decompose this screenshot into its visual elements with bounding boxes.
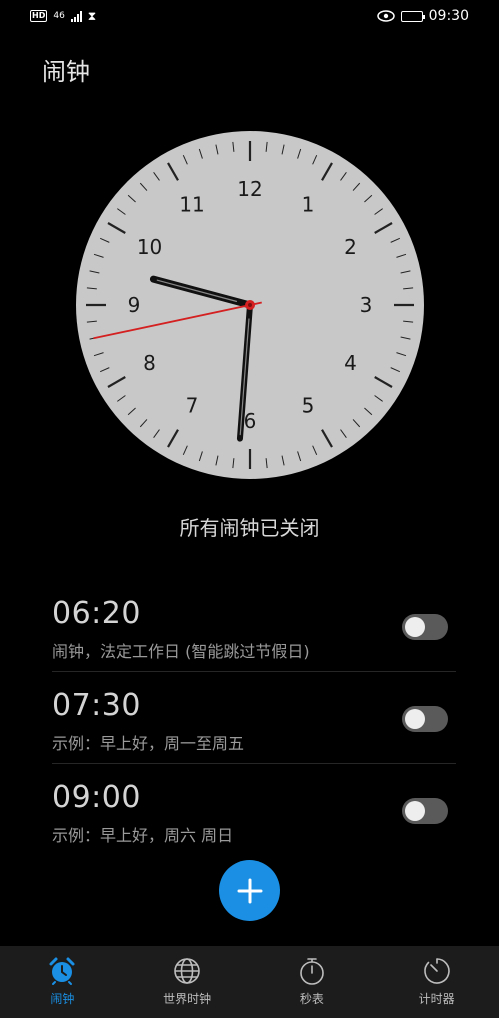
alarm-list: 06:20 闹钟，法定工作日 (智能跳过节假日) 07:30 示例：早上好，周一… <box>52 580 456 856</box>
bottom-nav: 闹钟 世界时钟 秒表 计时器 <box>0 946 499 1018</box>
clock-numeral: 4 <box>344 351 357 375</box>
clock-numeral: 9 <box>128 293 141 317</box>
alarm-toggle[interactable] <box>402 706 448 732</box>
plus-icon <box>237 878 262 903</box>
alarm-description: 示例：早上好，周一至周五 <box>52 734 245 753</box>
clock-numeral: 2 <box>344 235 357 259</box>
status-right: 09:30 <box>376 8 469 24</box>
network-type: 46 <box>53 10 65 21</box>
alarm-item[interactable]: 09:00 示例：早上好，周六 周日 <box>52 764 456 856</box>
page-title: 闹钟 <box>42 58 90 86</box>
alarm-time: 09:00 <box>52 780 141 815</box>
alarm-time: 06:20 <box>52 596 141 631</box>
clock-numeral: 12 <box>237 177 262 201</box>
alarm-item[interactable]: 06:20 闹钟，法定工作日 (智能跳过节假日) <box>52 580 456 672</box>
clock-face: 121234567891011 <box>76 131 424 479</box>
stopwatch-icon <box>300 958 324 985</box>
status-time: 09:30 <box>428 8 469 24</box>
alarm-toggle[interactable] <box>402 798 448 824</box>
nav-item-alarm[interactable]: 闹钟 <box>0 946 125 1018</box>
clock-numeral: 11 <box>179 193 204 217</box>
status-left: HD 46 ⧗ <box>30 9 96 24</box>
nav-item-world-clock[interactable]: 世界时钟 <box>125 946 250 1018</box>
clock-center-dot <box>248 303 252 307</box>
timer-icon <box>423 958 450 984</box>
nav-item-stopwatch[interactable]: 秒表 <box>250 946 375 1018</box>
nav-label: 世界时钟 <box>163 992 212 1006</box>
signal-icon <box>70 10 82 22</box>
alarm-description: 闹钟，法定工作日 (智能跳过节假日) <box>52 642 310 661</box>
alarm-toggle[interactable] <box>402 614 448 640</box>
hd-badge: HD <box>30 10 48 22</box>
alarm-screen: HD 46 ⧗ 09:30 闹钟 12 1 2 3 4 5 6 7 8 9 10 11 <box>0 0 499 1018</box>
toggle-knob <box>405 617 425 637</box>
clock-numeral: 10 <box>137 235 162 259</box>
alarm-item[interactable]: 07:30 示例：早上好，周一至周五 <box>52 672 456 764</box>
all-alarms-off-text: 所有闹钟已关闭 <box>179 516 320 540</box>
toggle-knob <box>405 801 425 821</box>
alarm-time: 07:30 <box>52 688 141 723</box>
status-bar: HD 46 ⧗ 09:30 <box>0 0 499 32</box>
clock-numeral: 6 <box>244 409 257 433</box>
hourglass-icon: ⧗ <box>87 8 97 23</box>
battery-icon <box>400 10 425 22</box>
nav-label: 秒表 <box>299 992 324 1006</box>
eye-comfort-icon <box>376 10 395 22</box>
nav-item-timer[interactable]: 计时器 <box>374 946 499 1018</box>
alarm-clock-icon <box>49 957 75 985</box>
analog-clock: 12 1 2 3 4 5 6 7 8 9 10 11 <box>76 131 424 479</box>
clock-numeral: 3 <box>360 293 373 317</box>
toggle-knob <box>405 709 425 729</box>
clock-numeral: 5 <box>302 393 315 417</box>
alarm-description: 示例：早上好，周六 周日 <box>52 826 234 845</box>
clock-numeral: 7 <box>186 393 199 417</box>
clock-numeral: 8 <box>143 351 156 375</box>
nav-label: 计时器 <box>418 992 455 1006</box>
globe-icon <box>174 958 200 984</box>
nav-label: 闹钟 <box>50 992 75 1006</box>
clock-numeral: 1 <box>302 193 315 217</box>
add-alarm-button[interactable] <box>219 860 280 921</box>
